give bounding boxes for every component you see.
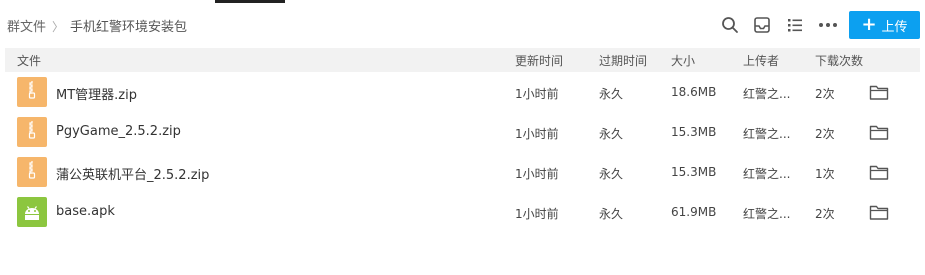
column-header-uploader[interactable]: 上传者 xyxy=(743,52,779,69)
file-name[interactable]: base.apk xyxy=(56,204,115,219)
expire-time: 永久 xyxy=(599,127,624,141)
file-name[interactable]: MT管理器.zip xyxy=(56,84,137,103)
file-name[interactable]: PgyGame_2.5.2.zip xyxy=(56,124,181,139)
open-folder-icon[interactable] xyxy=(869,83,889,101)
updated-time: 1小时前 xyxy=(515,127,559,141)
zip-file-icon xyxy=(17,117,47,147)
file-size: 15.3MB xyxy=(671,125,717,139)
updated-time: 1小时前 xyxy=(515,207,559,221)
uploader: 红警之... xyxy=(743,87,791,101)
open-folder-icon[interactable] xyxy=(869,203,889,221)
download-count: 2次 xyxy=(815,207,835,221)
column-header-expires[interactable]: 过期时间 xyxy=(599,52,647,69)
file-size: 18.6MB xyxy=(671,85,717,99)
android-apk-icon xyxy=(17,197,47,227)
breadcrumb-root[interactable]: 群文件 xyxy=(7,20,46,35)
file-name[interactable]: 蒲公英联机平台_2.5.2.zip xyxy=(56,164,209,183)
top-edge xyxy=(0,0,925,3)
breadcrumb: 群文件〉手机红警环境安装包 xyxy=(7,16,187,35)
column-header-updated[interactable]: 更新时间 xyxy=(515,52,563,69)
download-count: 2次 xyxy=(815,127,835,141)
breadcrumb-separator: 〉 xyxy=(52,20,65,34)
more-icon[interactable] xyxy=(818,15,838,35)
upload-button[interactable]: + 上传 xyxy=(849,11,920,39)
download-count: 2次 xyxy=(815,87,835,101)
zip-file-icon xyxy=(17,157,47,187)
column-header-size[interactable]: 大小 xyxy=(671,52,695,69)
column-header-downloads[interactable]: 下载次数 xyxy=(815,52,863,69)
file-size: 61.9MB xyxy=(671,205,717,219)
column-header-file[interactable]: 文件 xyxy=(17,52,41,69)
table-row[interactable]: PgyGame_2.5.2.zip 1小时前 永久 15.3MB 红警之... … xyxy=(5,112,920,152)
open-folder-icon[interactable] xyxy=(869,123,889,141)
header-bar: 群文件〉手机红警环境安装包 + 上传 xyxy=(0,11,925,41)
updated-time: 1小时前 xyxy=(515,87,559,101)
open-folder-icon[interactable] xyxy=(869,163,889,181)
inbox-icon[interactable] xyxy=(752,15,772,35)
breadcrumb-current: 手机红警环境安装包 xyxy=(70,20,188,35)
upload-button-label: 上传 xyxy=(881,19,908,35)
updated-time: 1小时前 xyxy=(515,167,559,181)
file-size: 15.3MB xyxy=(671,165,717,179)
table-row[interactable]: 蒲公英联机平台_2.5.2.zip 1小时前 永久 15.3MB 红警之... … xyxy=(5,152,920,192)
list-view-icon[interactable] xyxy=(785,15,805,35)
table-row[interactable]: base.apk 1小时前 永久 61.9MB 红警之... 2次 xyxy=(5,192,920,232)
table-header: 文件 更新时间 过期时间 大小 上传者 下载次数 xyxy=(5,48,920,72)
uploader: 红警之... xyxy=(743,207,791,221)
expire-time: 永久 xyxy=(599,87,624,101)
zip-file-icon xyxy=(17,77,47,107)
download-count: 1次 xyxy=(815,167,835,181)
table-row[interactable]: MT管理器.zip 1小时前 永久 18.6MB 红警之... 2次 xyxy=(5,72,920,112)
expire-time: 永久 xyxy=(599,207,624,221)
search-icon[interactable] xyxy=(720,15,740,35)
uploader: 红警之... xyxy=(743,127,791,141)
plus-icon: + xyxy=(861,14,877,35)
window-tab-indicator xyxy=(215,0,285,3)
uploader: 红警之... xyxy=(743,167,791,181)
expire-time: 永久 xyxy=(599,167,624,181)
